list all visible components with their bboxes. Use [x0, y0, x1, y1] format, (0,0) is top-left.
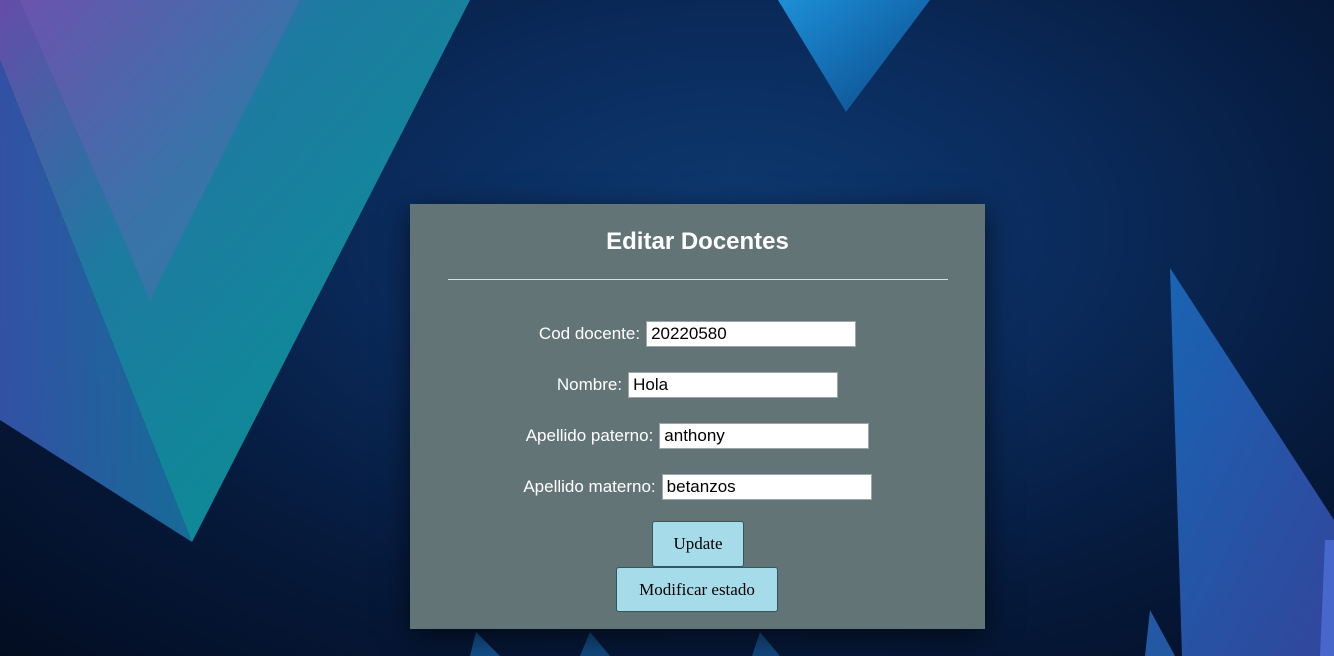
edit-form-panel: Cod docente: Nombre: Apellido paterno: A…	[410, 204, 985, 629]
nombre-input[interactable]	[628, 372, 839, 398]
modificar-estado-button[interactable]: Modificar estado	[616, 567, 778, 612]
cod-docente-input[interactable]	[646, 321, 857, 347]
nombre-label: Nombre:	[556, 375, 623, 394]
cod-docente-label: Cod docente:	[538, 324, 641, 343]
update-button[interactable]: Update	[652, 521, 744, 567]
apellido-materno-input[interactable]	[661, 474, 872, 500]
field-row-nombre: Nombre:	[410, 372, 985, 398]
field-row-apellido-paterno: Apellido paterno:	[410, 423, 985, 449]
apellido-materno-label: Apellido materno:	[523, 477, 656, 496]
field-row-cod-docente: Cod docente:	[410, 321, 985, 347]
apellido-paterno-label: Apellido paterno:	[525, 426, 654, 445]
field-row-apellido-materno: Apellido materno:	[410, 474, 985, 500]
title-divider	[448, 279, 948, 280]
page-title: Editar Docentes	[606, 228, 789, 255]
apellido-paterno-input[interactable]	[659, 423, 870, 449]
